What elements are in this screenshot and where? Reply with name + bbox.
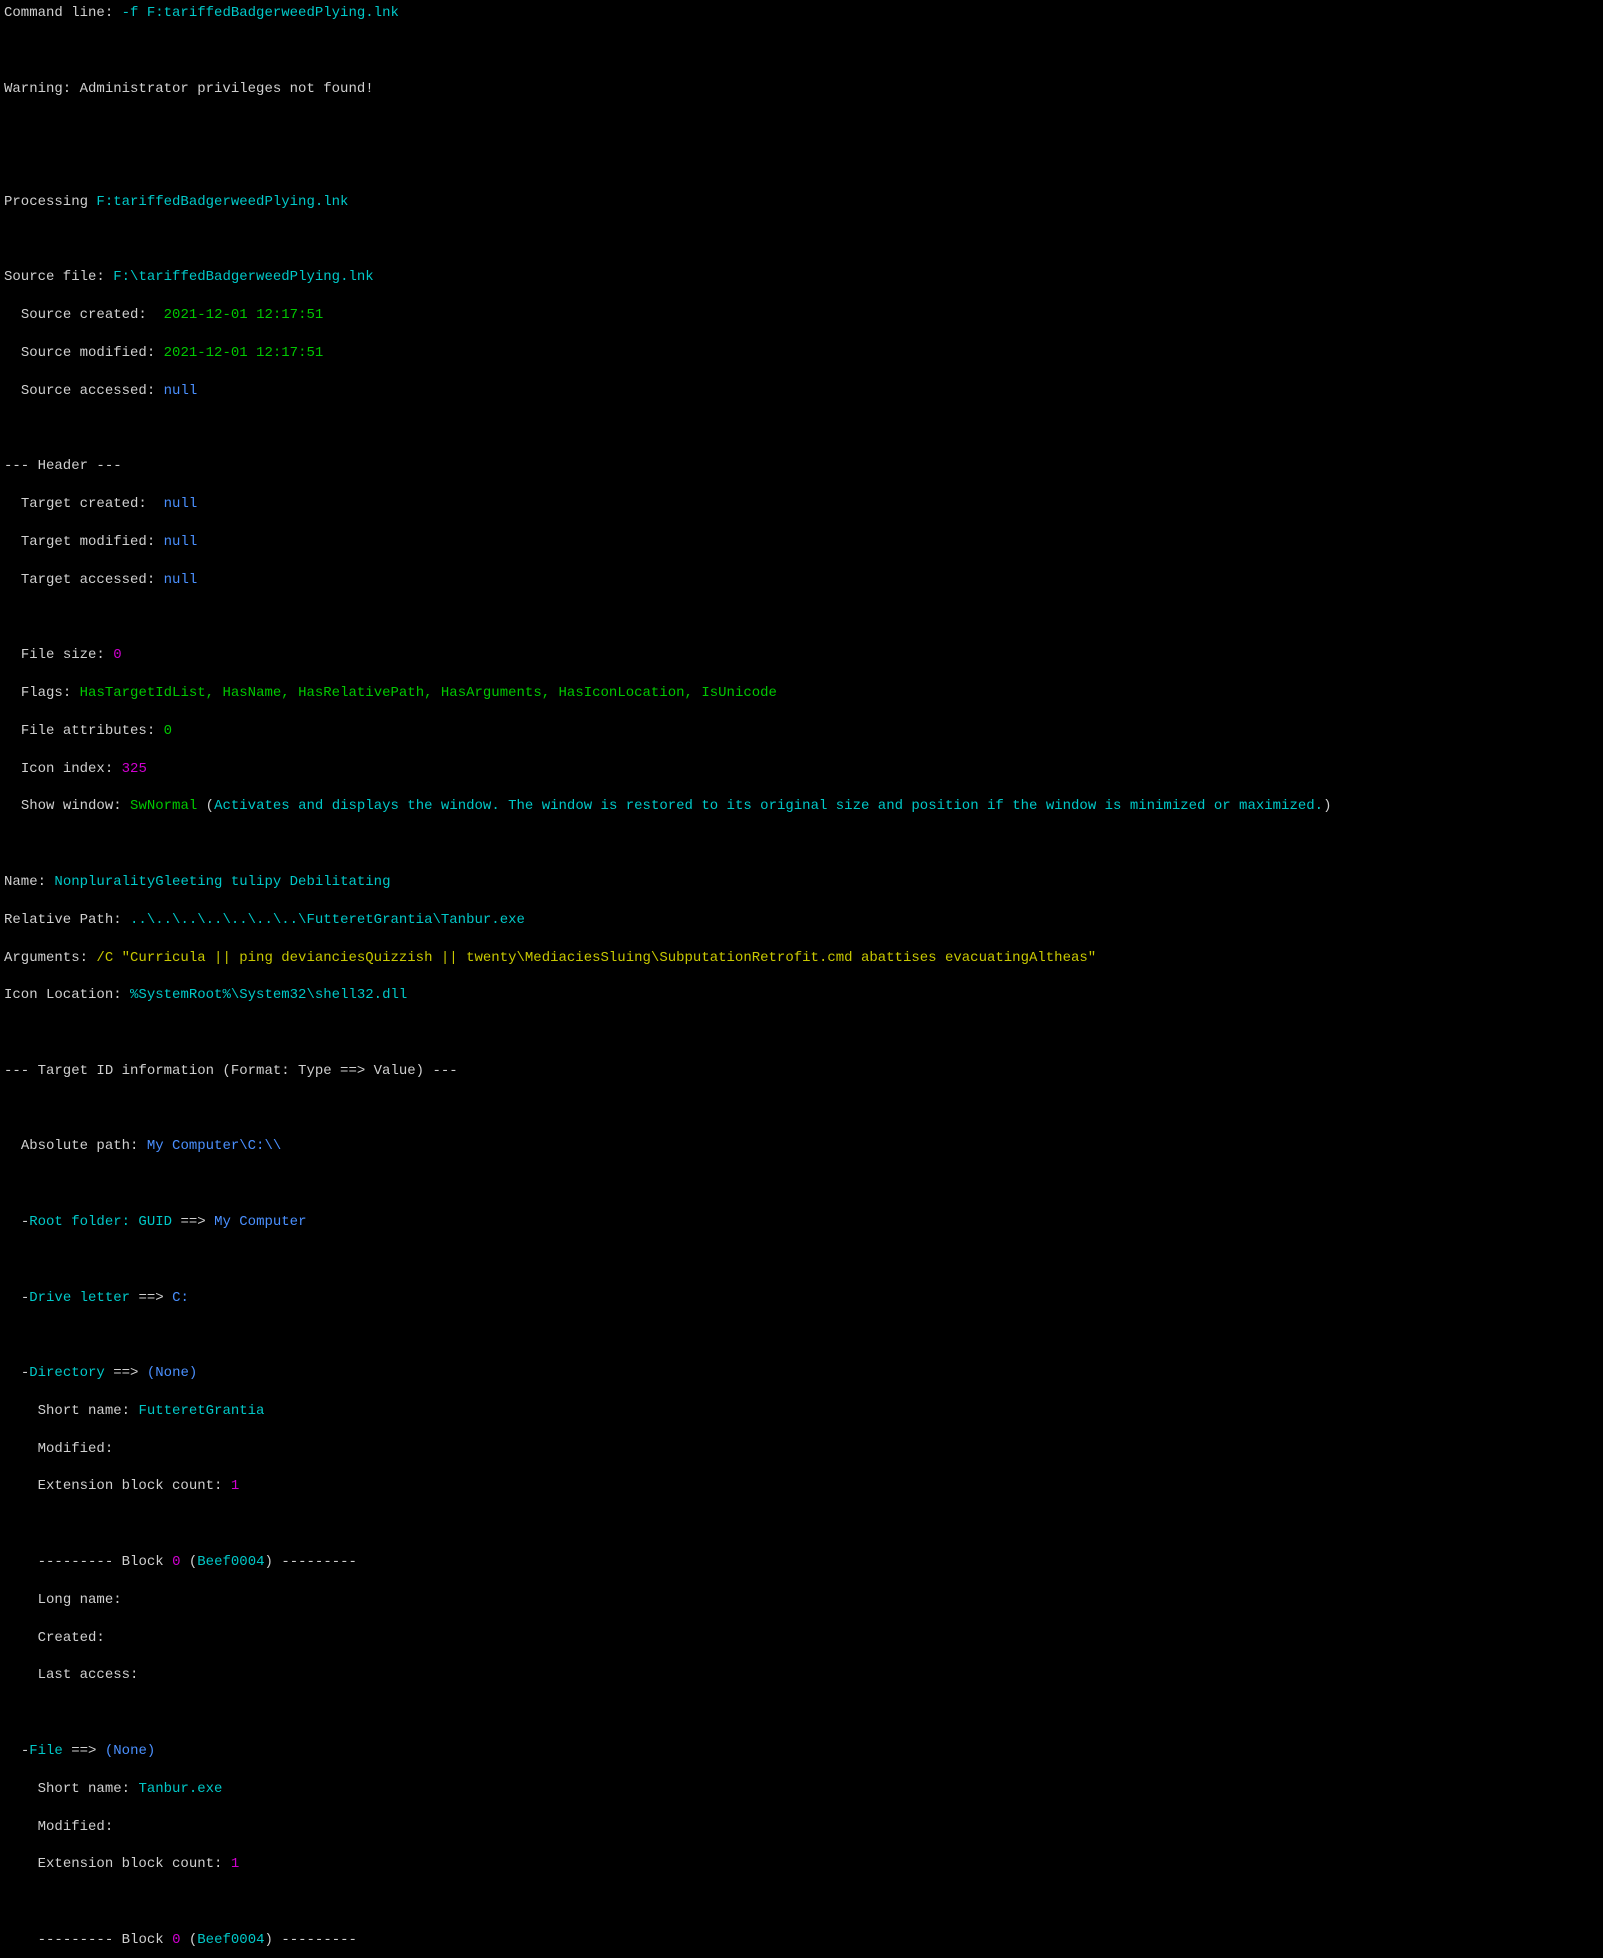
blank — [4, 1704, 1599, 1723]
blank — [4, 1515, 1599, 1534]
line-arguments: Arguments: /C "Curricula || ping devianc… — [4, 949, 1599, 968]
blank — [4, 42, 1599, 61]
line-source-created: Source created: 2021-12-01 12:17:51 — [4, 306, 1599, 325]
blank — [4, 835, 1599, 854]
blank — [4, 1251, 1599, 1270]
line-source-accessed: Source accessed: null — [4, 382, 1599, 401]
line-relative-path: Relative Path: ..\..\..\..\..\..\..\Futt… — [4, 911, 1599, 930]
line-source-modified: Source modified: 2021-12-01 12:17:51 — [4, 344, 1599, 363]
line-absolute-path: Absolute path: My Computer\C:\\ — [4, 1137, 1599, 1156]
line-file-attributes: File attributes: 0 — [4, 722, 1599, 741]
terminal-output: Command line: -f F:tariffedBadgerweedPly… — [0, 0, 1603, 979]
blank — [4, 117, 1599, 136]
line-dir-lastaccess: Last access: — [4, 1666, 1599, 1685]
line-source-file: Source file: F:\tariffedBadgerweedPlying… — [4, 268, 1599, 287]
line-file-block: --------- Block 0 (Beef0004) --------- — [4, 1931, 1599, 1950]
blank — [4, 609, 1599, 628]
line-show-window: Show window: SwNormal (Activates and dis… — [4, 797, 1599, 816]
line-drive-letter: -Drive letter ==> C: — [4, 1289, 1599, 1308]
blank — [4, 1326, 1599, 1345]
blank — [4, 420, 1599, 439]
line-dir-modified: Modified: — [4, 1440, 1599, 1459]
line-target-modified: Target modified: null — [4, 533, 1599, 552]
line-targetid-header: --- Target ID information (Format: Type … — [4, 1062, 1599, 1081]
line-file-modified: Modified: — [4, 1818, 1599, 1837]
blank — [4, 1100, 1599, 1119]
line-directory: -Directory ==> (None) — [4, 1364, 1599, 1383]
line-dir-shortname: Short name: FutteretGrantia — [4, 1402, 1599, 1421]
line-file-extblock: Extension block count: 1 — [4, 1855, 1599, 1874]
blank — [4, 155, 1599, 174]
line-dir-longname: Long name: — [4, 1591, 1599, 1610]
line-target-accessed: Target accessed: null — [4, 571, 1599, 590]
line-dir-block: --------- Block 0 (Beef0004) --------- — [4, 1553, 1599, 1572]
line-file: -File ==> (None) — [4, 1742, 1599, 1761]
line-dir-created: Created: — [4, 1629, 1599, 1648]
line-root-folder: -Root folder: GUID ==> My Computer — [4, 1213, 1599, 1232]
line-dir-extblock: Extension block count: 1 — [4, 1477, 1599, 1496]
line-processing: Processing F:tariffedBadgerweedPlying.ln… — [4, 193, 1599, 212]
line-file-shortname: Short name: Tanbur.exe — [4, 1780, 1599, 1799]
line-name: Name: NonpluralityGleeting tulipy Debili… — [4, 873, 1599, 892]
blank — [4, 1175, 1599, 1194]
line-cmdline: Command line: -f F:tariffedBadgerweedPly… — [4, 4, 1599, 23]
line-flags: Flags: HasTargetIdList, HasName, HasRela… — [4, 684, 1599, 703]
blank — [4, 1893, 1599, 1912]
line-warning: Warning: Administrator privileges not fo… — [4, 80, 1599, 99]
line-icon-location: Icon Location: %SystemRoot%\System32\she… — [4, 986, 1599, 1005]
blank — [4, 1024, 1599, 1043]
line-header: --- Header --- — [4, 457, 1599, 476]
line-target-created: Target created: null — [4, 495, 1599, 514]
line-icon-index: Icon index: 325 — [4, 760, 1599, 779]
line-file-size: File size: 0 — [4, 646, 1599, 665]
blank — [4, 231, 1599, 250]
